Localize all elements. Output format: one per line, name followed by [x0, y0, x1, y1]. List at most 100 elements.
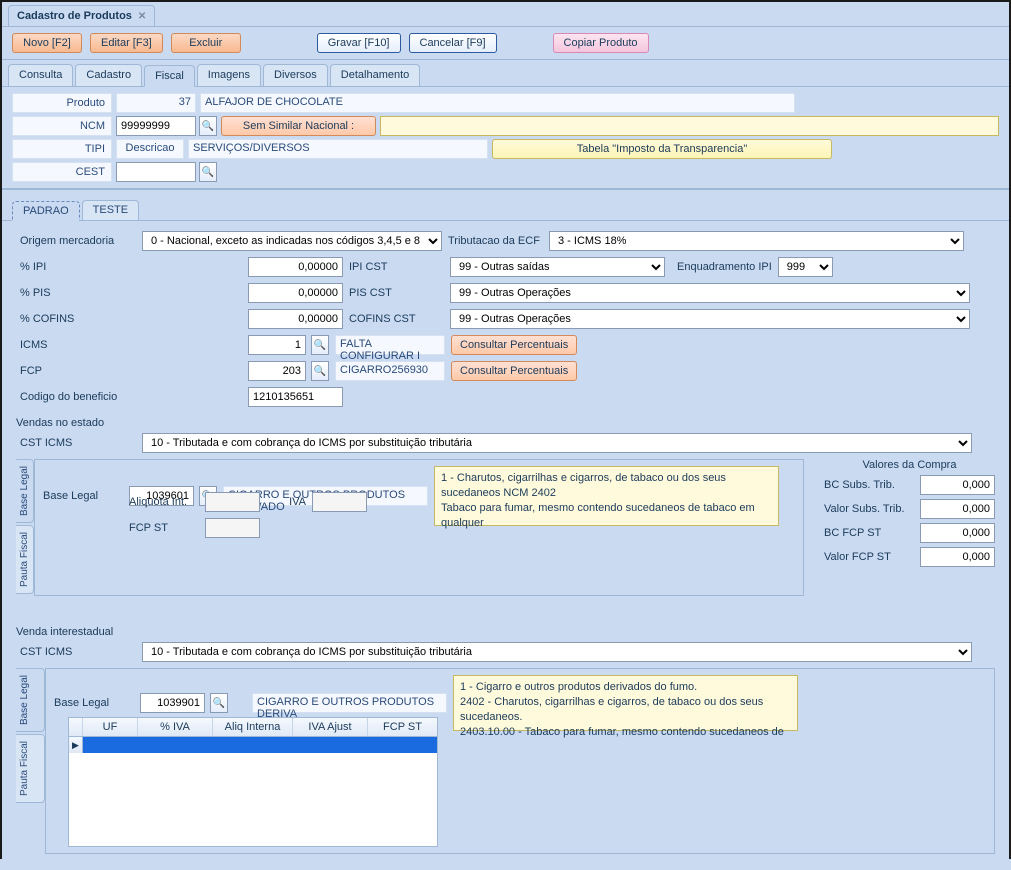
- valor-fcp-label: Valor FCP ST: [824, 551, 914, 563]
- bc-fcp-input[interactable]: [920, 523, 995, 543]
- icms-desc: FALTA CONFIGURAR I: [335, 335, 445, 355]
- th-pct-iva: % IVA: [138, 718, 213, 736]
- th-uf: UF: [83, 718, 138, 736]
- base-legal-inter-search-button[interactable]: 🔍: [210, 693, 228, 713]
- trib-ecf-select[interactable]: 3 - ICMS 18%: [549, 231, 964, 251]
- search-icon: 🔍: [202, 121, 214, 132]
- pis-cst-label: PIS CST: [349, 287, 444, 299]
- th-iva-ajust: IVA Ajust: [293, 718, 368, 736]
- cest-input[interactable]: [116, 162, 196, 182]
- subtab-teste[interactable]: TESTE: [82, 200, 139, 220]
- icms-search-button[interactable]: 🔍: [311, 335, 329, 355]
- search-icon: 🔍: [202, 167, 214, 178]
- cofins-cst-select[interactable]: 99 - Outras Operações: [450, 309, 970, 329]
- vtab-pauta-fiscal-estado[interactable]: Pauta Fiscal: [16, 525, 34, 594]
- valor-subs-input[interactable]: [920, 499, 995, 519]
- row-marker-icon: ▶: [69, 737, 83, 753]
- inter-table-header: UF % IVA Aliq Interna IVA Ajust FCP ST: [68, 717, 438, 737]
- window-title: Cadastro de Produtos: [17, 10, 132, 22]
- consultar-percentuais-icms-button[interactable]: Consultar Percentuais: [451, 335, 577, 355]
- similar-display: [380, 116, 999, 136]
- fcp-search-button[interactable]: 🔍: [311, 361, 329, 381]
- main-tabs: Consulta Cadastro Fiscal Imagens Diverso…: [2, 60, 1009, 87]
- valores-compra-title: Valores da Compra: [824, 459, 995, 471]
- pct-cofins-input[interactable]: [248, 309, 343, 329]
- tab-consulta[interactable]: Consulta: [8, 64, 73, 86]
- search-icon: 🔍: [314, 340, 326, 351]
- base-legal-inter-desc: CIGARRO E OUTROS PRODUTOS DERIVA: [252, 693, 447, 713]
- venda-inter-title: Venda interestadual: [16, 626, 995, 638]
- pis-cst-select[interactable]: 99 - Outras Operações: [450, 283, 970, 303]
- ncm-search-button[interactable]: 🔍: [199, 116, 217, 136]
- origem-select[interactable]: 0 - Nacional, exceto as indicadas nos có…: [142, 231, 442, 251]
- iva-input[interactable]: [312, 492, 367, 512]
- ipi-cst-select[interactable]: 99 - Outras saídas: [450, 257, 665, 277]
- valor-fcp-input[interactable]: [920, 547, 995, 567]
- codben-input[interactable]: [248, 387, 343, 407]
- bc-subs-label: BC Subs. Trib.: [824, 479, 914, 491]
- base-legal-estado-label: Base Legal: [43, 490, 123, 502]
- fcp-input[interactable]: [248, 361, 306, 381]
- cst-icms-inter-label: CST ICMS: [16, 644, 136, 660]
- subtab-padrao[interactable]: PADRAO: [12, 201, 80, 221]
- fcp-label: FCP: [16, 363, 136, 379]
- cest-label: CEST: [12, 162, 112, 182]
- tab-diversos[interactable]: Diversos: [263, 64, 328, 86]
- cest-search-button[interactable]: 🔍: [199, 162, 217, 182]
- novo-button[interactable]: Novo [F2]: [12, 33, 82, 53]
- pct-ipi-label: % IPI: [16, 259, 136, 275]
- inter-table-body[interactable]: ▶: [68, 737, 438, 847]
- cofins-cst-label: COFINS CST: [349, 313, 444, 325]
- vtab-pauta-fiscal-inter[interactable]: Pauta Fiscal: [16, 734, 45, 803]
- cancelar-button[interactable]: Cancelar [F9]: [409, 33, 497, 53]
- pct-cofins-label: % COFINS: [16, 311, 136, 327]
- base-legal-inter-code[interactable]: [140, 693, 205, 713]
- cst-icms-estado-label: CST ICMS: [16, 435, 136, 451]
- info-estado-box: 1 - Charutos, cigarrilhas e cigarros, de…: [434, 466, 779, 526]
- tipi-label: TIPI: [12, 139, 112, 159]
- ncm-input[interactable]: [116, 116, 196, 136]
- sem-similar-button[interactable]: Sem Similar Nacional :: [221, 116, 376, 136]
- bc-subs-input[interactable]: [920, 475, 995, 495]
- descricao-value: SERVIÇOS/DIVERSOS: [188, 139, 488, 159]
- codben-label: Codigo do beneficio: [16, 389, 136, 405]
- fcp-desc: CIGARRO256930: [335, 361, 445, 381]
- ipi-cst-label: IPI CST: [349, 261, 444, 273]
- tab-fiscal[interactable]: Fiscal: [144, 65, 195, 87]
- cst-icms-estado-select[interactable]: 10 - Tributada e com cobrança do ICMS po…: [142, 433, 972, 453]
- fcp-st-input[interactable]: [205, 518, 260, 538]
- window-titlebar: Cadastro de Produtos ✕: [2, 2, 1009, 27]
- origem-label: Origem mercadoria: [16, 233, 136, 249]
- search-icon: 🔍: [213, 698, 225, 709]
- aliquota-int-input[interactable]: [205, 492, 260, 512]
- bc-fcp-label: BC FCP ST: [824, 527, 914, 539]
- tab-detalhamento[interactable]: Detalhamento: [330, 64, 421, 86]
- consultar-percentuais-fcp-button[interactable]: Consultar Percentuais: [451, 361, 577, 381]
- cst-icms-inter-select[interactable]: 10 - Tributada e com cobrança do ICMS po…: [142, 642, 972, 662]
- pct-ipi-input[interactable]: [248, 257, 343, 277]
- produto-id: 37: [116, 93, 196, 113]
- vtab-base-legal-estado[interactable]: Base Legal: [16, 459, 34, 523]
- tabela-transparencia-button[interactable]: Tabela "Imposto da Transparencia": [492, 139, 832, 159]
- ncm-label: NCM: [12, 116, 112, 136]
- copiar-produto-button[interactable]: Copiar Produto: [553, 33, 649, 53]
- base-legal-inter-label: Base Legal: [54, 697, 134, 709]
- tab-imagens[interactable]: Imagens: [197, 64, 261, 86]
- aliquota-int-label: Aliquota Int.: [129, 496, 199, 508]
- excluir-button[interactable]: Excluir: [171, 33, 241, 53]
- pct-pis-input[interactable]: [248, 283, 343, 303]
- gravar-button[interactable]: Gravar [F10]: [317, 33, 401, 53]
- info-inter-box: 1 - Cigarro e outros produtos derivados …: [453, 675, 798, 731]
- table-selected-row[interactable]: [83, 737, 437, 753]
- th-fcp-st: FCP ST: [368, 718, 437, 736]
- close-tab-icon[interactable]: ✕: [138, 11, 146, 22]
- icms-label: ICMS: [16, 337, 136, 353]
- vendas-estado-title: Vendas no estado: [16, 417, 995, 429]
- enq-ipi-select[interactable]: 999: [778, 257, 833, 277]
- fiscal-subtabs: PADRAO TESTE: [2, 196, 1009, 221]
- editar-button[interactable]: Editar [F3]: [90, 33, 163, 53]
- tab-cadastro[interactable]: Cadastro: [75, 64, 142, 86]
- icms-input[interactable]: [248, 335, 306, 355]
- main-toolbar: Novo [F2] Editar [F3] Excluir Gravar [F1…: [2, 27, 1009, 60]
- vtab-base-legal-inter[interactable]: Base Legal: [16, 668, 45, 732]
